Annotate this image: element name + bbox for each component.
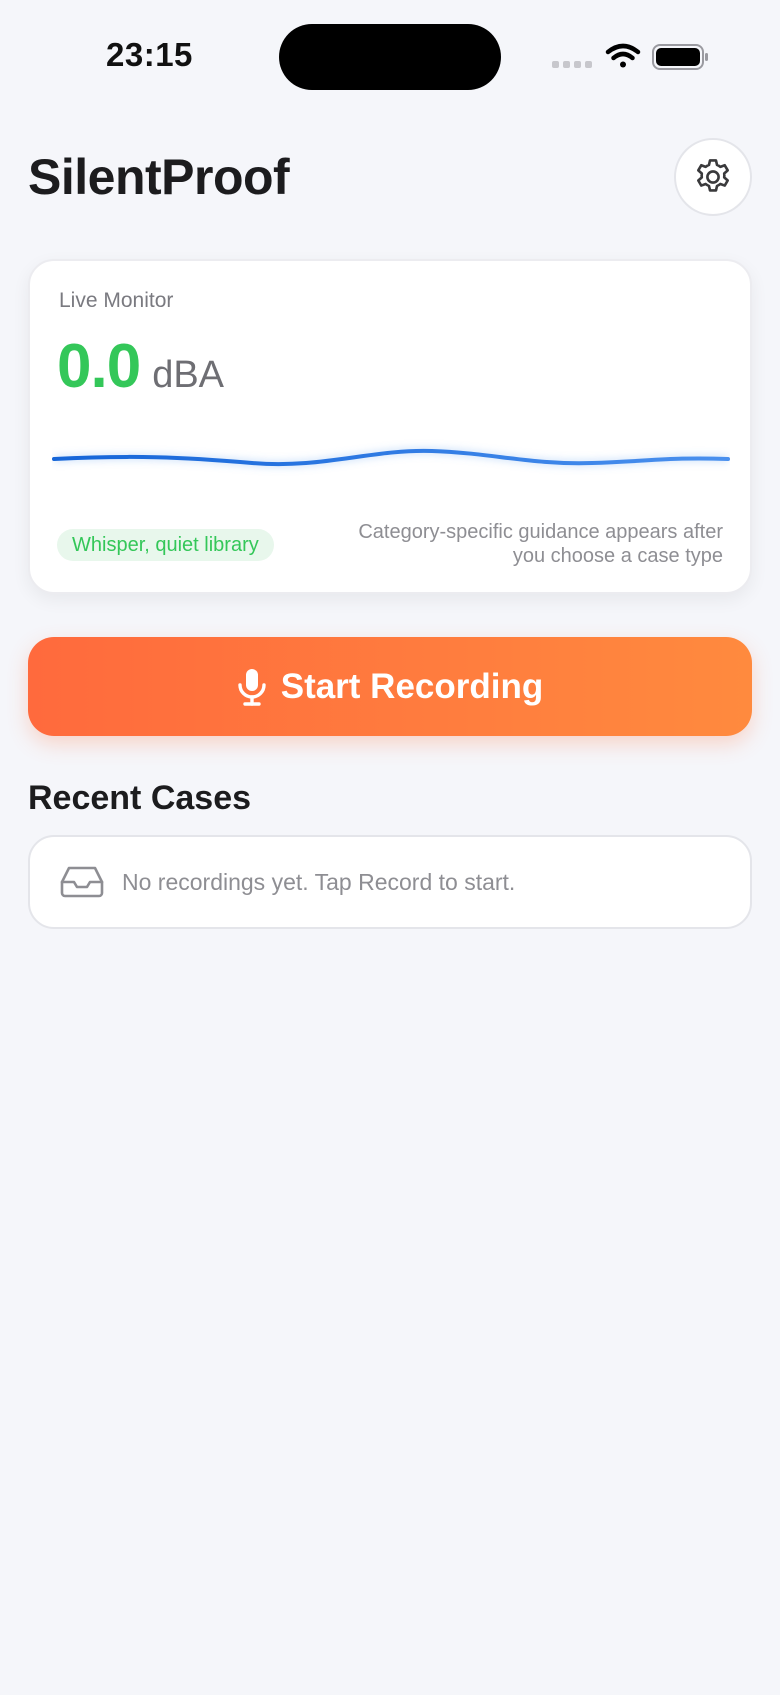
monitor-label: Live Monitor [59, 289, 174, 312]
start-recording-button[interactable]: Start Recording [28, 637, 752, 736]
waveform [52, 447, 730, 468]
wifi-icon [605, 43, 641, 68]
category-badge: Whisper, quiet library [57, 529, 274, 561]
recent-cases-title: Recent Cases [28, 779, 252, 817]
guidance-text: Category-specific guidance appears after… [358, 521, 723, 567]
live-monitor-card: Live Monitor 0.0 dBA Whisper, quiet libr… [28, 259, 752, 594]
status-time: 23:15 [106, 36, 193, 73]
level-value: 0.0 [57, 332, 141, 401]
settings-button[interactable] [674, 138, 752, 216]
app-header: SilentProof [28, 138, 752, 220]
level-unit: dBA [152, 354, 225, 396]
cellular-signal-icon [552, 61, 592, 68]
empty-state-message: No recordings yet. Tap Record to start. [122, 868, 516, 895]
microphone-icon [238, 668, 266, 706]
record-button-label: Start Recording [280, 666, 544, 706]
level-readout: 0.0 dBA [57, 331, 224, 401]
status-bar: 23:15 [0, 0, 780, 120]
status-icons [552, 40, 712, 76]
gear-icon [696, 159, 730, 192]
inbox-icon [60, 865, 104, 899]
app-title: SilentProof [28, 149, 290, 205]
recent-cases-empty-state: No recordings yet. Tap Record to start. [28, 835, 752, 929]
dynamic-island [279, 24, 501, 90]
battery-icon [652, 44, 708, 70]
